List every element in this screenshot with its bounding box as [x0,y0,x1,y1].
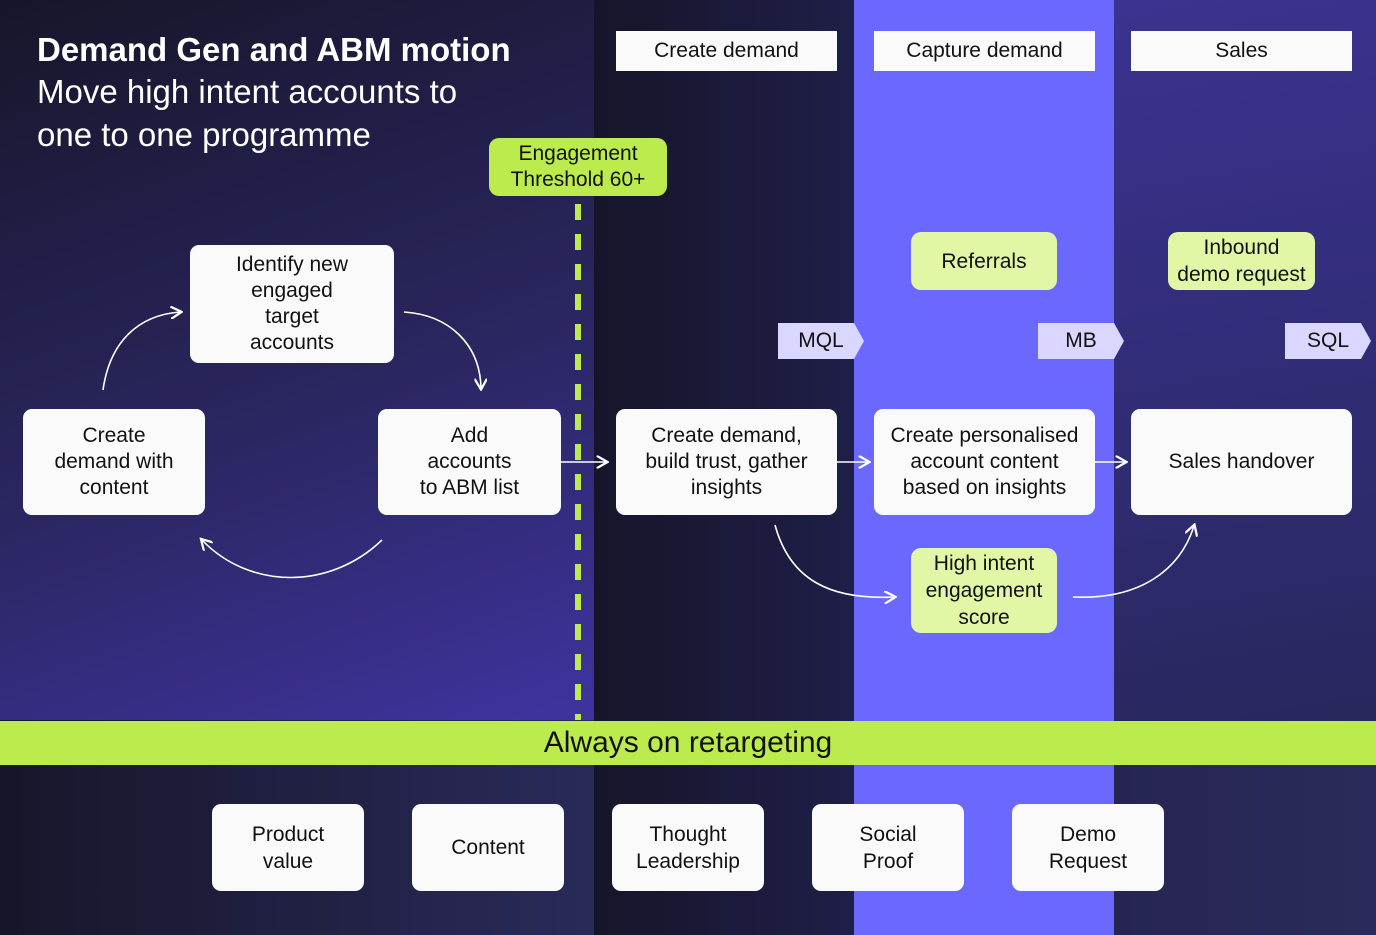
personalised-content-box: Create personalised account content base… [874,409,1095,515]
channel-thought-leadership: Thought Leadership [612,804,764,891]
title-block: Demand Gen and ABM motion Move high inte… [37,30,511,156]
threshold-dashed-line [575,204,581,720]
channel-social-proof: Social Proof [812,804,964,891]
channel-product-value: Product value [212,804,364,891]
stage-header-create-demand: Create demand [616,31,837,71]
diagram-title: Demand Gen and ABM motion [37,31,511,68]
create-content-box: Create demand with content [23,409,205,515]
diagram-subtitle: Move high intent accounts to one to one … [37,73,458,153]
channel-content: Content [412,804,564,891]
high-intent-score-badge: High intent engagement score [911,548,1057,633]
stage-header-capture-demand: Capture demand [874,31,1095,71]
sql-tag: SQL [1285,323,1371,359]
engagement-threshold-badge: Engagement Threshold 60+ [489,138,667,196]
identify-accounts-box: Identify new engaged target accounts [190,245,394,363]
stage-header-sales: Sales [1131,31,1352,71]
sales-handover-box: Sales handover [1131,409,1352,515]
channel-demo-request: Demo Request [1012,804,1164,891]
mql-tag: MQL [778,323,864,359]
create-demand-box: Create demand, build trust, gather insig… [616,409,837,515]
referrals-badge: Referrals [911,232,1057,290]
always-on-retargeting-band: Always on retargeting [0,721,1376,765]
inbound-demo-badge: Inbound demo request [1168,232,1315,290]
mb-tag: MB [1038,323,1124,359]
add-accounts-box: Add accounts to ABM list [378,409,561,515]
